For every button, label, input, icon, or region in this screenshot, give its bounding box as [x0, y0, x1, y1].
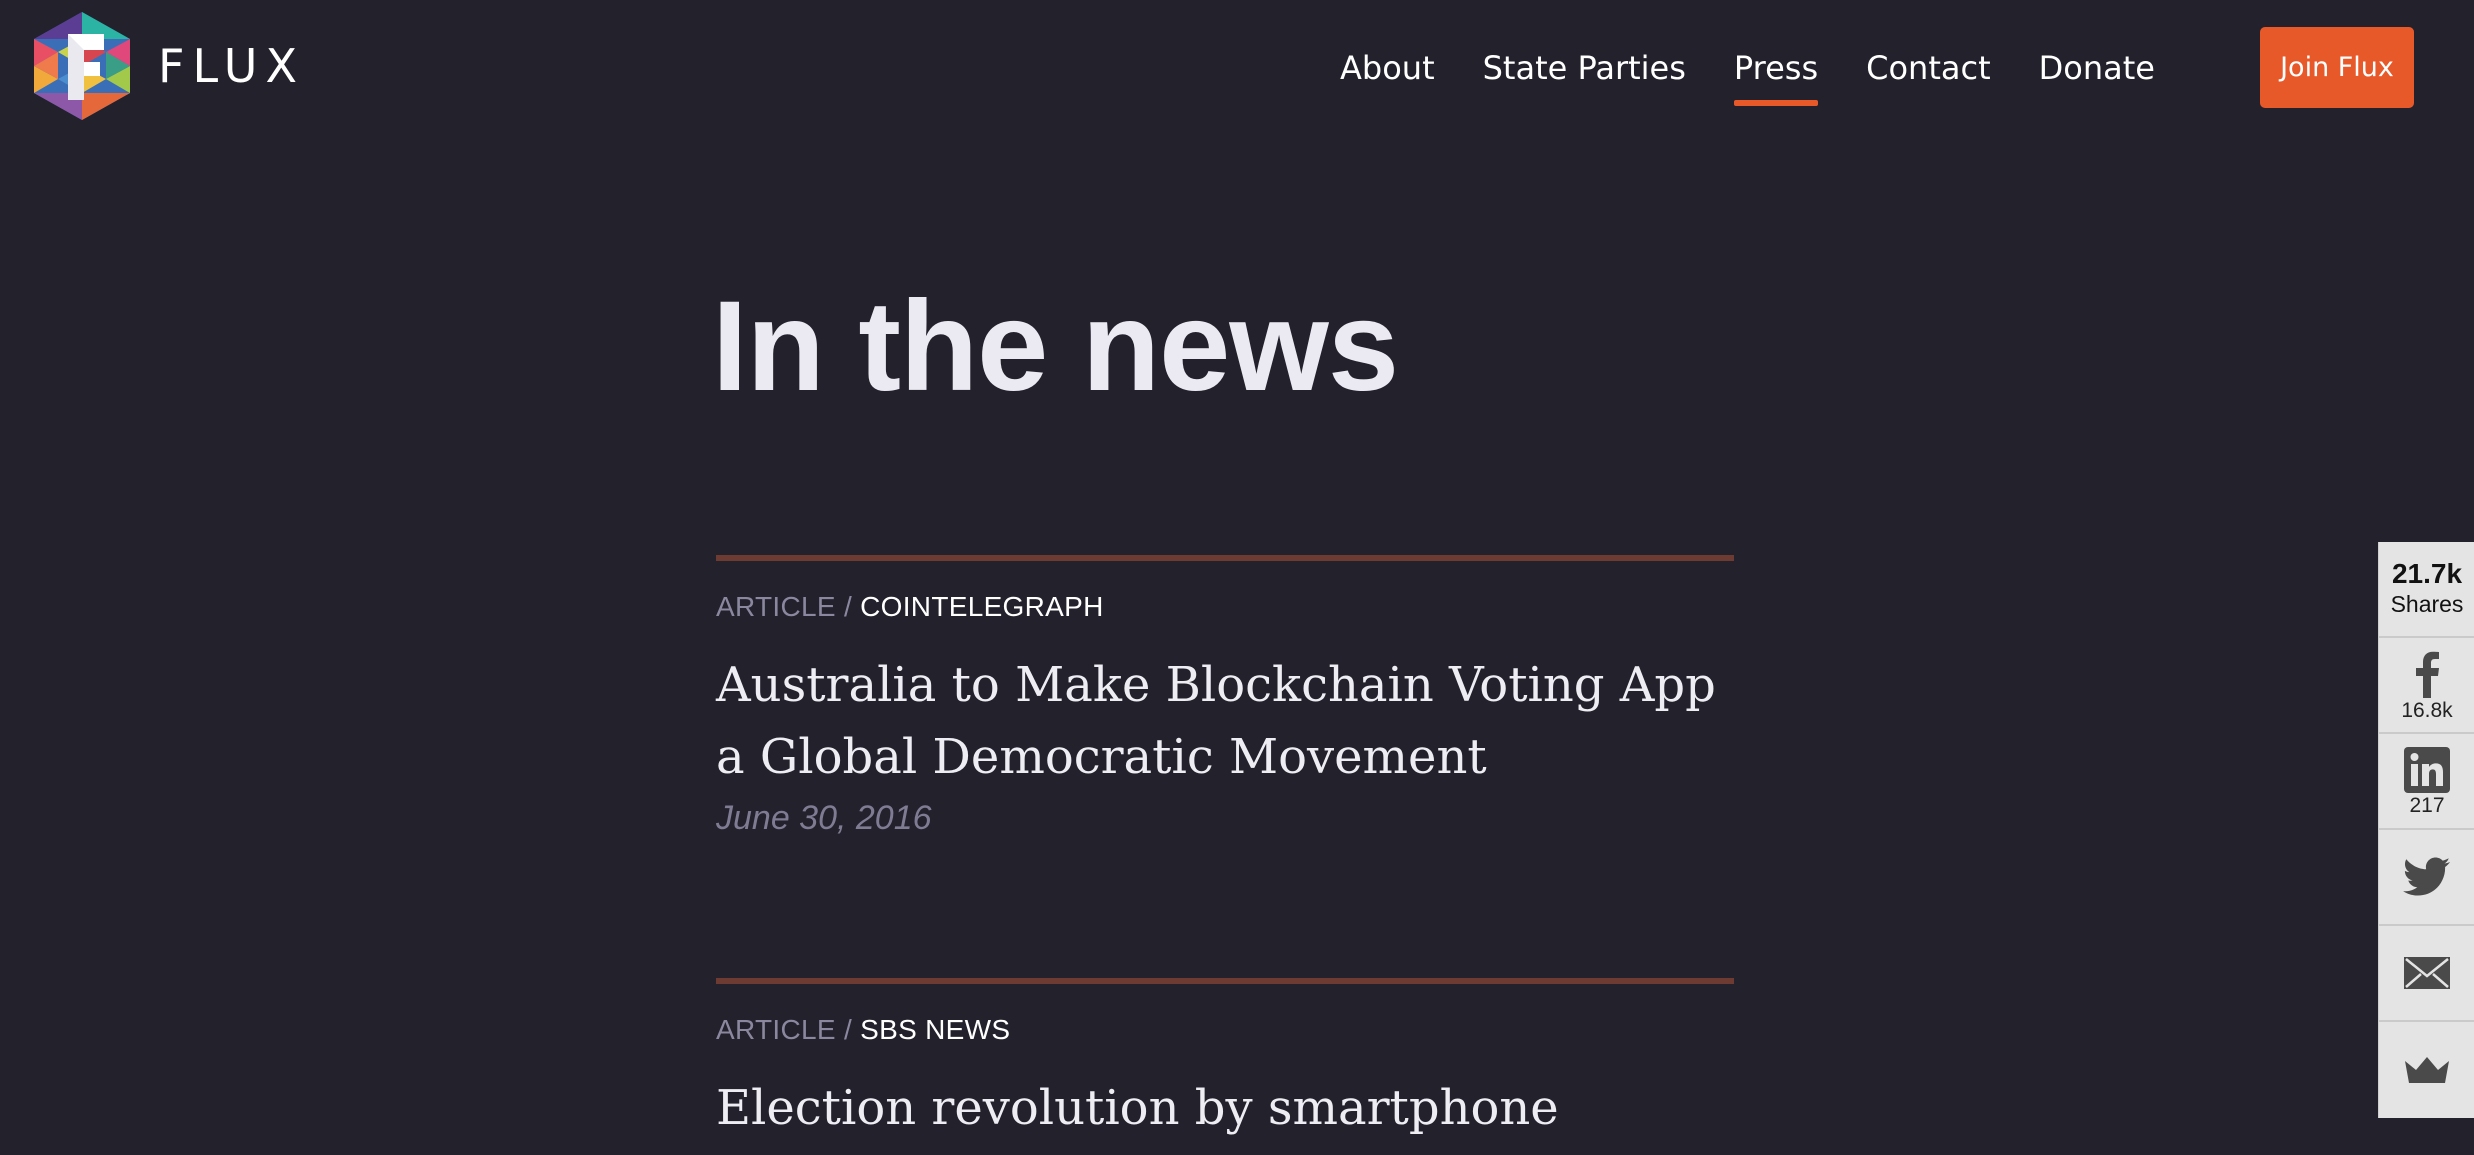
share-facebook-button[interactable]: 16.8k [2379, 638, 2474, 734]
linkedin-share-count: 217 [2409, 793, 2445, 817]
nav-press[interactable]: Press [1733, 48, 1819, 106]
article-date: June 30, 2016 [716, 799, 932, 837]
article-meta: ARTICLE / SBS NEWS [716, 1016, 1734, 1044]
twitter-icon [2403, 857, 2450, 896]
facebook-icon [2416, 651, 2439, 698]
nav-donate[interactable]: Donate [2039, 48, 2155, 88]
share-total: 21.7k Shares [2379, 542, 2474, 638]
article-source: COINTELEGRAPH [860, 591, 1104, 622]
crown-icon [2405, 1057, 2449, 1083]
article-item: ARTICLE / COINTELEGRAPH Australia to Mak… [716, 555, 1734, 838]
meta-separator: / [843, 1014, 853, 1045]
share-total-label: Shares [2390, 591, 2464, 617]
nav-contact[interactable]: Contact [1866, 48, 1991, 88]
page: FLUX About State Parties Press Contact D… [0, 0, 2474, 1155]
main-nav: About State Parties Press Contact Donate [1340, 0, 2155, 135]
facebook-share-count: 16.8k [2401, 698, 2453, 722]
meta-separator: / [843, 591, 853, 622]
article-type: ARTICLE [716, 1014, 836, 1045]
article-meta: ARTICLE / COINTELEGRAPH [716, 593, 1734, 621]
share-total-count: 21.7k [2391, 558, 2463, 589]
article-headline-link[interactable]: Australia to Make Blockchain Voting App … [716, 649, 1734, 793]
share-email-button[interactable] [2379, 926, 2474, 1022]
flux-hexagon-icon [34, 12, 130, 120]
join-flux-button[interactable]: Join Flux [2260, 27, 2414, 108]
brand-name: FLUX [158, 39, 305, 93]
share-crown-button[interactable] [2379, 1022, 2474, 1118]
nav-state-parties[interactable]: State Parties [1483, 48, 1686, 88]
article-divider [716, 978, 1734, 984]
email-icon [2404, 957, 2450, 989]
article-item: ARTICLE / SBS NEWS Election revolution b… [716, 978, 1734, 1144]
nav-about[interactable]: About [1340, 48, 1435, 88]
article-divider [716, 555, 1734, 561]
article-headline-link[interactable]: Election revolution by smartphone [716, 1072, 1734, 1144]
page-title: In the news [712, 275, 1399, 418]
share-linkedin-button[interactable]: 217 [2379, 734, 2474, 830]
linkedin-icon [2404, 746, 2450, 793]
article-source: SBS NEWS [860, 1014, 1011, 1045]
article-type: ARTICLE [716, 591, 836, 622]
share-sidebar: 21.7k Shares 16.8k 217 [2378, 542, 2474, 1118]
share-twitter-button[interactable] [2379, 830, 2474, 926]
flux-logo[interactable]: FLUX [34, 12, 305, 120]
